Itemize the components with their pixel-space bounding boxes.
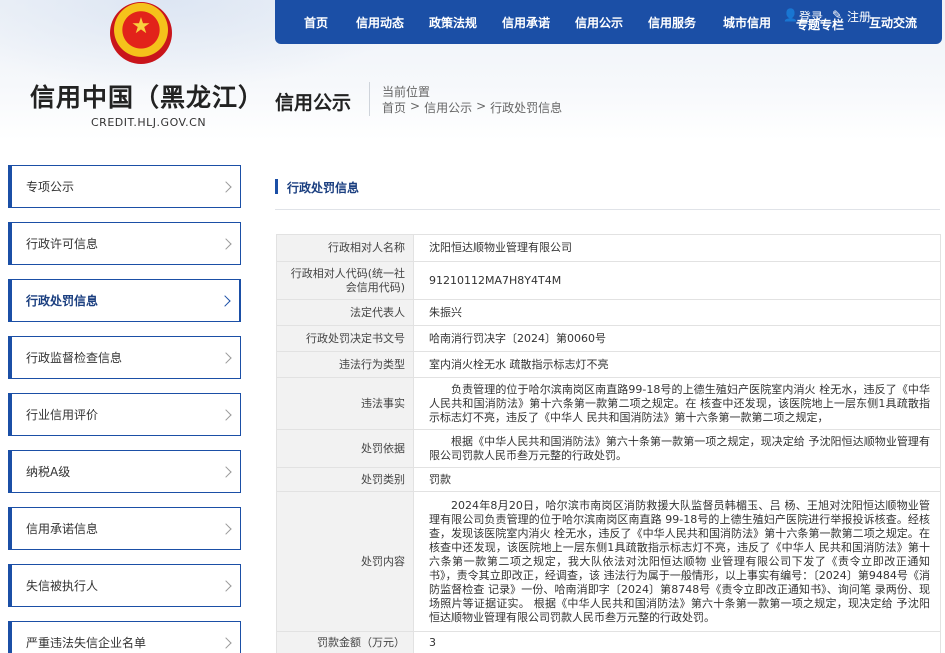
sidebar-item-admin-license[interactable]: 行政许可信息 [8,222,241,265]
table-row: 违法行为类型 室内消火栓无水 疏散指示标志灯不亮 [276,351,941,378]
sidebar: 专项公示 行政许可信息 行政处罚信息 行政监督检查信息 行业信用评价 纳税A级 … [8,165,241,653]
chevron-right-icon [220,522,232,535]
breadcrumb-home[interactable]: 首页 [382,99,406,116]
row-value: 根据《中华人民共和国消防法》第六十条第一款第一项之规定，现决定给 予沈阳恒达顺物… [413,429,941,468]
chevron-right-icon [220,237,232,250]
table-row: 处罚类别 罚款 [276,467,941,492]
row-key: 行政相对人代码(统一社会信用代码) [276,261,414,300]
table-row: 罚款金额（万元） 3 [276,631,941,653]
site-title[interactable]: 信用中国（黑龙江） [30,78,264,114]
row-value: 3 [413,631,941,653]
row-value: 罚款 [413,467,941,492]
national-emblem-icon: ★ [110,2,172,64]
register-link[interactable]: 注册 [847,8,871,25]
sidebar-item-supervision-inspection[interactable]: 行政监督检查信息 [8,336,241,379]
row-key: 处罚依据 [276,429,414,468]
nav-item-credit-news[interactable]: 信用动态 [356,14,404,31]
row-value: 沈阳恒达顺物业管理有限公司 [413,234,941,262]
sidebar-item-label: 行业信用评价 [26,408,99,422]
position-label: 当前位置 [382,85,431,99]
chevron-right-icon [220,408,232,421]
sidebar-item-label: 信用承诺信息 [26,522,99,536]
nav-item-interaction[interactable]: 互动交流 [869,14,917,31]
site-domain: CREDIT.HLJ.GOV.CN [91,116,207,129]
nav-item-credit-service[interactable]: 信用服务 [648,14,696,31]
table-row: 处罚依据 根据《中华人民共和国消防法》第六十条第一款第一项之规定，现决定给 予沈… [276,429,941,468]
penalty-info-table: 行政相对人名称 沈阳恒达顺物业管理有限公司 行政相对人代码(统一社会信用代码) … [276,234,941,653]
register-icon[interactable]: ✎ [832,8,842,22]
row-key: 处罚类别 [276,467,414,492]
row-value: 91210112MA7H8Y4T4M [413,261,941,300]
content-heading-text: 行政处罚信息 [287,181,360,195]
sidebar-item-serious-violation-list[interactable]: 严重违法失信企业名单 [8,621,241,653]
breadcrumb-credit-publicity[interactable]: 信用公示 [424,99,472,116]
sidebar-item-special-publicity[interactable]: 专项公示 [8,165,241,208]
breadcrumb: 首页 > 信用公示 > 行政处罚信息 [382,99,562,116]
row-value: 朱振兴 [413,299,941,326]
table-row: 法定代表人 朱振兴 [276,299,941,326]
table-row: 行政相对人代码(统一社会信用代码) 91210112MA7H8Y4T4M [276,261,941,300]
login-link[interactable]: 登录 [799,8,823,25]
main-nav: 首页 信用动态 政策法规 信用承诺 信用公示 信用服务 城市信用 专题专栏 互动… [275,0,942,44]
sidebar-item-dishonest-executee[interactable]: 失信被执行人 [8,564,241,607]
chevron-right-icon [220,351,232,364]
table-row: 行政相对人名称 沈阳恒达顺物业管理有限公司 [276,234,941,262]
row-key: 罚款金额（万元） [276,631,414,653]
row-value: 负责管理的位于哈尔滨南岗区南直路99-18号的上德生殖妇产医院室内消火 栓无水，… [413,377,941,430]
row-value: 哈南消行罚决字〔2024〕第0060号 [413,325,941,352]
emblem-star-icon: ★ [131,14,151,39]
chevron-right-icon [220,579,232,592]
sidebar-item-credit-commitment[interactable]: 信用承诺信息 [8,507,241,550]
table-row: 处罚内容 2024年8月20日，哈尔滨市南岗区消防救援大队监督员韩楣玉、吕 杨、… [276,491,941,632]
sidebar-item-label: 专项公示 [26,180,75,194]
nav-item-policies[interactable]: 政策法规 [429,14,477,31]
section-title: 信用公示 [275,92,352,114]
heading-accent-bar [275,179,278,194]
sidebar-item-label: 行政监督检查信息 [26,351,123,365]
sidebar-item-admin-penalty[interactable]: 行政处罚信息 [8,279,241,322]
sidebar-item-label: 严重违法失信企业名单 [26,636,147,650]
row-key: 处罚内容 [276,491,414,632]
header-divider [369,82,370,116]
chevron-right-icon [219,294,231,307]
table-row: 违法事实 负责管理的位于哈尔滨南岗区南直路99-18号的上德生殖妇产医院室内消火… [276,377,941,430]
sidebar-item-tax-a-grade[interactable]: 纳税A级 [8,450,241,493]
row-key: 违法行为类型 [276,351,414,378]
user-icon[interactable]: 👤 [783,8,798,22]
sidebar-item-label: 行政处罚信息 [26,294,99,308]
nav-item-credit-commitment[interactable]: 信用承诺 [502,14,550,31]
nav-item-city-credit[interactable]: 城市信用 [723,14,771,31]
table-row: 行政处罚决定书文号 哈南消行罚决字〔2024〕第0060号 [276,325,941,352]
breadcrumb-current: 行政处罚信息 [490,101,563,115]
sidebar-item-label: 纳税A级 [26,465,71,479]
content-heading: 行政处罚信息 [275,168,940,210]
chevron-right-icon [220,180,232,193]
row-value: 2024年8月20日，哈尔滨市南岗区消防救援大队监督员韩楣玉、吕 杨、王旭对沈阳… [413,491,941,632]
row-key: 法定代表人 [276,299,414,326]
row-value: 室内消火栓无水 疏散指示标志灯不亮 [413,351,941,378]
breadcrumb-separator: > [410,99,421,113]
chevron-right-icon [220,465,232,478]
chevron-right-icon [220,636,232,649]
sidebar-item-industry-evaluation[interactable]: 行业信用评价 [8,393,241,436]
sidebar-item-label: 行政许可信息 [26,237,99,251]
row-key: 行政处罚决定书文号 [276,325,414,352]
nav-item-home[interactable]: 首页 [304,14,328,31]
row-key: 违法事实 [276,377,414,430]
sidebar-item-label: 失信被执行人 [26,579,99,593]
row-key: 行政相对人名称 [276,234,414,262]
nav-item-credit-publicity[interactable]: 信用公示 [575,14,623,31]
breadcrumb-separator: > [476,99,487,113]
